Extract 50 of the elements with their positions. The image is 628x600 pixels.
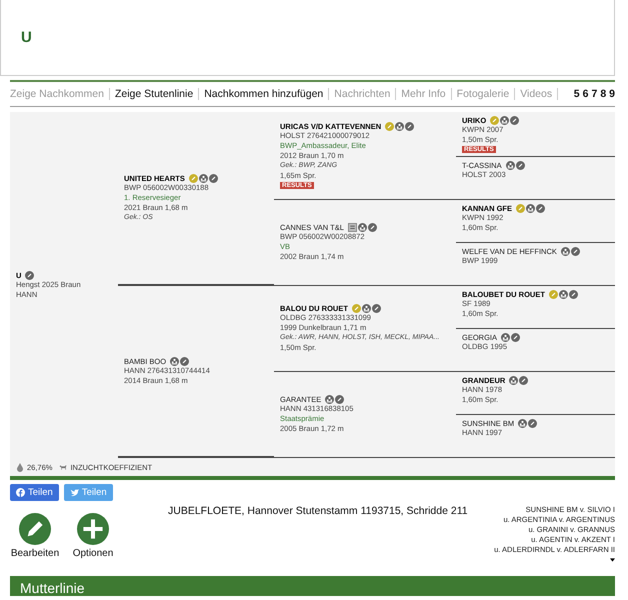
people-icon[interactable] — [560, 247, 570, 256]
people-icon[interactable] — [170, 356, 180, 366]
nav-link[interactable]: Nachkommen hinzufügen — [199, 88, 330, 100]
edit-icon[interactable] — [519, 376, 528, 385]
bird-icon — [70, 488, 79, 497]
edit-icon[interactable] — [511, 333, 520, 342]
page-link[interactable]: 6 — [582, 88, 588, 100]
edit-icon[interactable] — [25, 270, 34, 280]
people-icon[interactable] — [198, 174, 208, 182]
edit-icon[interactable] — [568, 290, 578, 299]
people-icon[interactable] — [526, 204, 535, 213]
facebook-icon — [16, 488, 25, 497]
edit-icon[interactable] — [368, 223, 377, 232]
edit-icon[interactable] — [208, 174, 218, 182]
edit-icon[interactable] — [516, 161, 525, 170]
people-icon[interactable] — [501, 333, 510, 342]
page-link[interactable]: 7 — [591, 88, 598, 100]
drop-icon — [16, 462, 24, 472]
page-link[interactable]: 9 — [609, 88, 615, 100]
edit-icon[interactable] — [536, 204, 545, 213]
edit-icon[interactable] — [510, 116, 520, 125]
nav-link[interactable]: Zeige Stutenlinie — [110, 88, 200, 100]
pencil-icon — [19, 513, 51, 545]
mare-line-text: JUBELFLOETE, Hannover Stutenstamm 1193715, Schridde 211 — [168, 505, 468, 519]
horse-icon — [59, 462, 68, 472]
edit-icon[interactable] — [528, 419, 538, 428]
edit-icon[interactable] — [335, 395, 344, 404]
edit-icon[interactable] — [405, 122, 414, 131]
edit-icon[interactable] — [570, 247, 580, 256]
people-icon[interactable] — [558, 290, 568, 299]
page-link[interactable]: 8 — [600, 88, 606, 100]
people-icon[interactable] — [509, 376, 518, 385]
share-button[interactable]: Teilen — [10, 484, 59, 501]
action-button[interactable]: Optionen — [68, 513, 118, 573]
plus-icon — [77, 513, 109, 545]
people-icon[interactable] — [362, 304, 371, 313]
document-icon[interactable] — [348, 223, 357, 232]
people-icon[interactable] — [500, 116, 510, 125]
caret-icon[interactable] — [610, 558, 615, 562]
horse-title: U — [21, 29, 32, 46]
people-icon[interactable] — [325, 395, 334, 404]
people-icon[interactable] — [518, 419, 528, 428]
people-icon[interactable] — [506, 161, 515, 170]
edit-icon[interactable] — [372, 304, 381, 313]
people-icon[interactable] — [395, 122, 404, 131]
action-button[interactable]: Bearbeiten — [10, 513, 60, 573]
edit-icon[interactable] — [180, 356, 190, 366]
section-title: Mutterlinie — [20, 580, 85, 596]
page-link[interactable]: 5 — [574, 88, 580, 100]
people-icon[interactable] — [358, 223, 367, 232]
